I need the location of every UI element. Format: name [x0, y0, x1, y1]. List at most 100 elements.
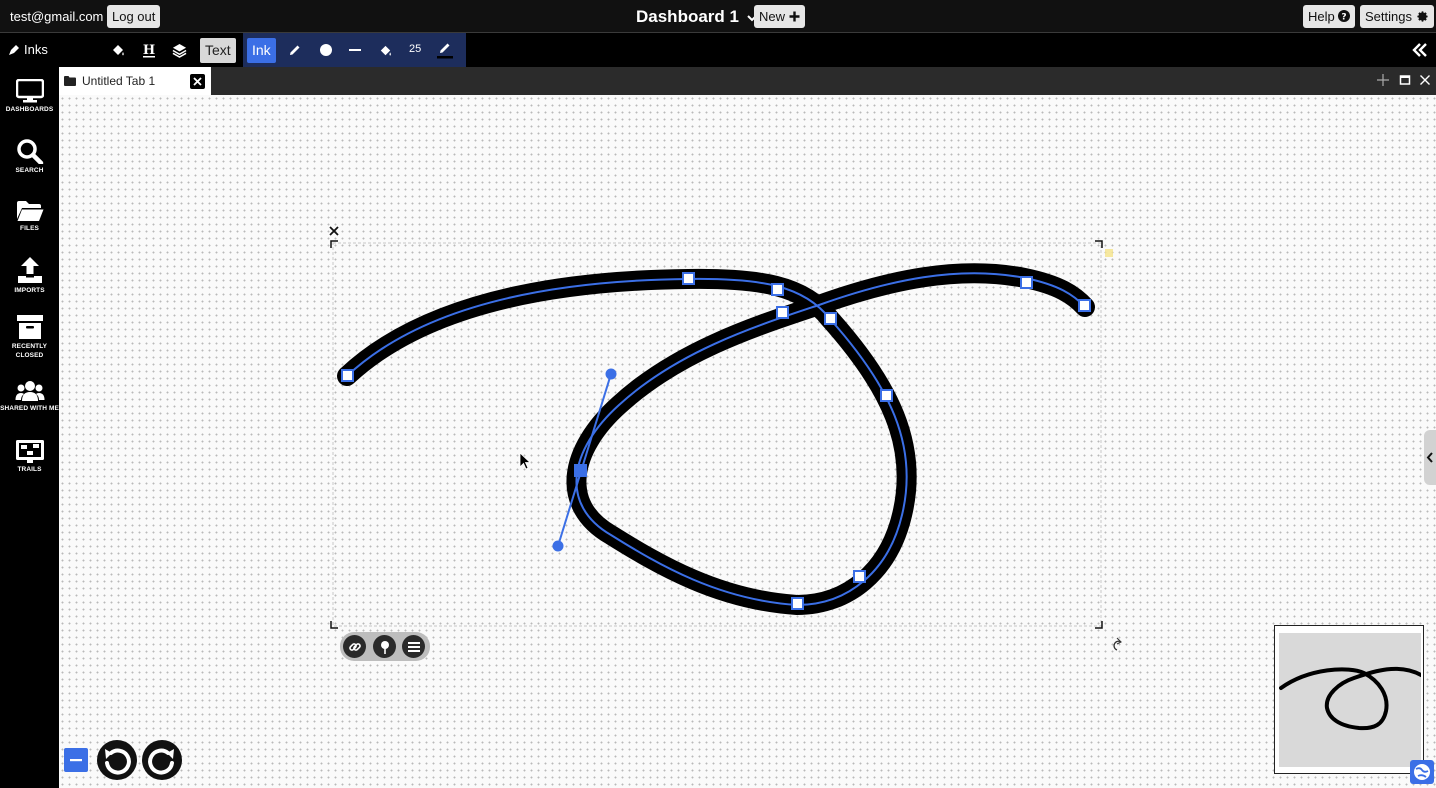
redo-button[interactable] — [142, 740, 182, 780]
sidebar-item-shared-with-me[interactable]: SHARED WITH ME — [0, 380, 59, 413]
trails-icon — [15, 440, 44, 463]
sidebar-item-recently-closed[interactable]: RECENTLY CLOSED — [0, 314, 59, 360]
undo-icon — [105, 748, 131, 775]
new-button-label: New — [759, 9, 786, 24]
close-pane-icon[interactable] — [1418, 73, 1432, 87]
pencil-icon[interactable] — [285, 40, 305, 60]
user-email: test@gmail.com — [10, 9, 104, 24]
minimap-ink-preview — [1279, 666, 1423, 731]
sidebar-item-files[interactable]: FILES — [0, 200, 59, 233]
selection-corner-handles[interactable] — [330, 240, 1103, 629]
tool-context-label: Inks — [24, 42, 48, 57]
svg-text:?: ? — [1342, 13, 1347, 23]
ink-mode-button[interactable]: Ink — [247, 38, 276, 63]
control-point — [791, 597, 804, 610]
properties-panel-toggle[interactable] — [1424, 430, 1436, 485]
sidebar-item-dashboards[interactable]: DASHBOARDS — [0, 79, 59, 114]
sidebar-item-imports[interactable]: IMPORTS — [0, 256, 59, 295]
control-point — [776, 306, 789, 319]
app-window: test@gmail.com Log out Dashboard 1 New H… — [0, 0, 1436, 788]
monitor-icon — [15, 79, 44, 103]
sidebar-item-trails[interactable]: TRAILS — [0, 439, 59, 474]
control-point — [824, 312, 837, 325]
layers-icon[interactable] — [169, 40, 189, 60]
text-mode-button[interactable]: Text — [200, 38, 236, 63]
ink-stroke[interactable] — [337, 263, 1095, 615]
left-sidebar: DASHBOARDS SEARCH FILES IMPORTS RECENTLY… — [0, 67, 59, 788]
minimap[interactable] — [1274, 625, 1424, 774]
new-button[interactable]: New — [754, 5, 805, 28]
control-point — [1020, 276, 1033, 289]
sidebar-item-label: IMPORTS — [14, 287, 45, 294]
selection-box — [332, 242, 1102, 627]
bezier-handle-top[interactable] — [605, 368, 617, 380]
sidebar-item-label: RECENTLY CLOSED — [11, 343, 48, 359]
tool-bar: Inks H Text Ink 25 — [0, 33, 1436, 67]
link-button[interactable] — [343, 635, 366, 658]
sidebar-item-label: DASHBOARDS — [5, 106, 54, 113]
redo-icon — [148, 748, 174, 775]
question-circle-icon: ? — [1338, 10, 1351, 23]
upload-icon — [17, 257, 42, 283]
control-point — [853, 570, 866, 583]
sidebar-item-label: SHARED WITH ME — [0, 405, 59, 412]
folder-icon — [64, 76, 76, 86]
tab-strip: Untitled Tab 1 — [59, 67, 1436, 95]
sidebar-item-label: FILES — [20, 225, 39, 232]
control-point — [1078, 299, 1091, 312]
logout-button[interactable]: Log out — [107, 5, 161, 28]
rotate-icon[interactable] — [1113, 637, 1122, 651]
circle-shape-icon[interactable] — [316, 40, 336, 60]
selection-close-icon[interactable] — [329, 226, 339, 236]
minimap-viewport — [1279, 633, 1423, 767]
plus-icon — [789, 11, 800, 22]
ink-width-value[interactable]: 25 — [409, 43, 421, 55]
control-point — [771, 283, 784, 296]
control-point — [341, 369, 354, 382]
heading-icon[interactable]: H — [139, 40, 159, 60]
menu-button[interactable] — [402, 635, 425, 658]
zoom-out-button[interactable] — [64, 748, 88, 772]
ink-fill-icon[interactable] — [375, 40, 395, 60]
tab-close-button[interactable] — [190, 74, 205, 89]
maximize-icon[interactable] — [1398, 73, 1412, 87]
close-icon — [193, 77, 202, 86]
dashboard-title: Dashboard 1 — [636, 7, 739, 26]
gear-icon — [1417, 11, 1428, 22]
bezier-handle-bottom[interactable] — [552, 540, 564, 552]
add-tab-icon[interactable] — [1376, 73, 1390, 87]
selection-anchor-marker[interactable] — [1105, 249, 1113, 257]
hamburger-menu-icon — [407, 641, 420, 652]
tab-untitled-1[interactable]: Untitled Tab 1 — [59, 67, 211, 95]
top-bar: test@gmail.com Log out Dashboard 1 New H… — [0, 0, 1436, 33]
undo-button[interactable] — [97, 740, 137, 780]
tool-context: Inks — [8, 42, 48, 57]
fill-bucket-icon[interactable] — [108, 40, 128, 60]
pen-nib-icon — [9, 44, 19, 55]
settings-button[interactable]: Settings — [1360, 5, 1434, 28]
ink-layer — [329, 226, 1122, 651]
users-icon — [15, 381, 44, 401]
minimap-toggle-button[interactable] — [1410, 760, 1434, 784]
ink-tool-group: Ink 25 — [243, 33, 466, 67]
globe-icon — [1414, 764, 1430, 780]
pin-button[interactable] — [373, 635, 396, 658]
minus-icon — [70, 759, 82, 762]
control-point — [880, 389, 893, 402]
tab-label: Untitled Tab 1 — [82, 74, 156, 88]
sidebar-item-search[interactable]: SEARCH — [0, 138, 59, 175]
archive-icon — [16, 315, 43, 339]
control-point — [682, 272, 695, 285]
ink-color-icon[interactable] — [435, 40, 455, 60]
link-icon — [348, 642, 361, 651]
collapse-toolbar-icon[interactable] — [1410, 40, 1430, 60]
selected-control-point[interactable] — [574, 464, 587, 477]
dashboard-title-dropdown[interactable]: Dashboard 1 — [636, 7, 758, 27]
help-button[interactable]: Help ? — [1303, 5, 1356, 28]
svg-text:H: H — [143, 43, 155, 58]
folder-icon — [16, 201, 43, 221]
line-shape-icon[interactable] — [345, 40, 365, 60]
search-icon — [16, 139, 43, 164]
freeform-canvas[interactable] — [59, 95, 1436, 788]
ink-node-menu — [340, 632, 430, 661]
